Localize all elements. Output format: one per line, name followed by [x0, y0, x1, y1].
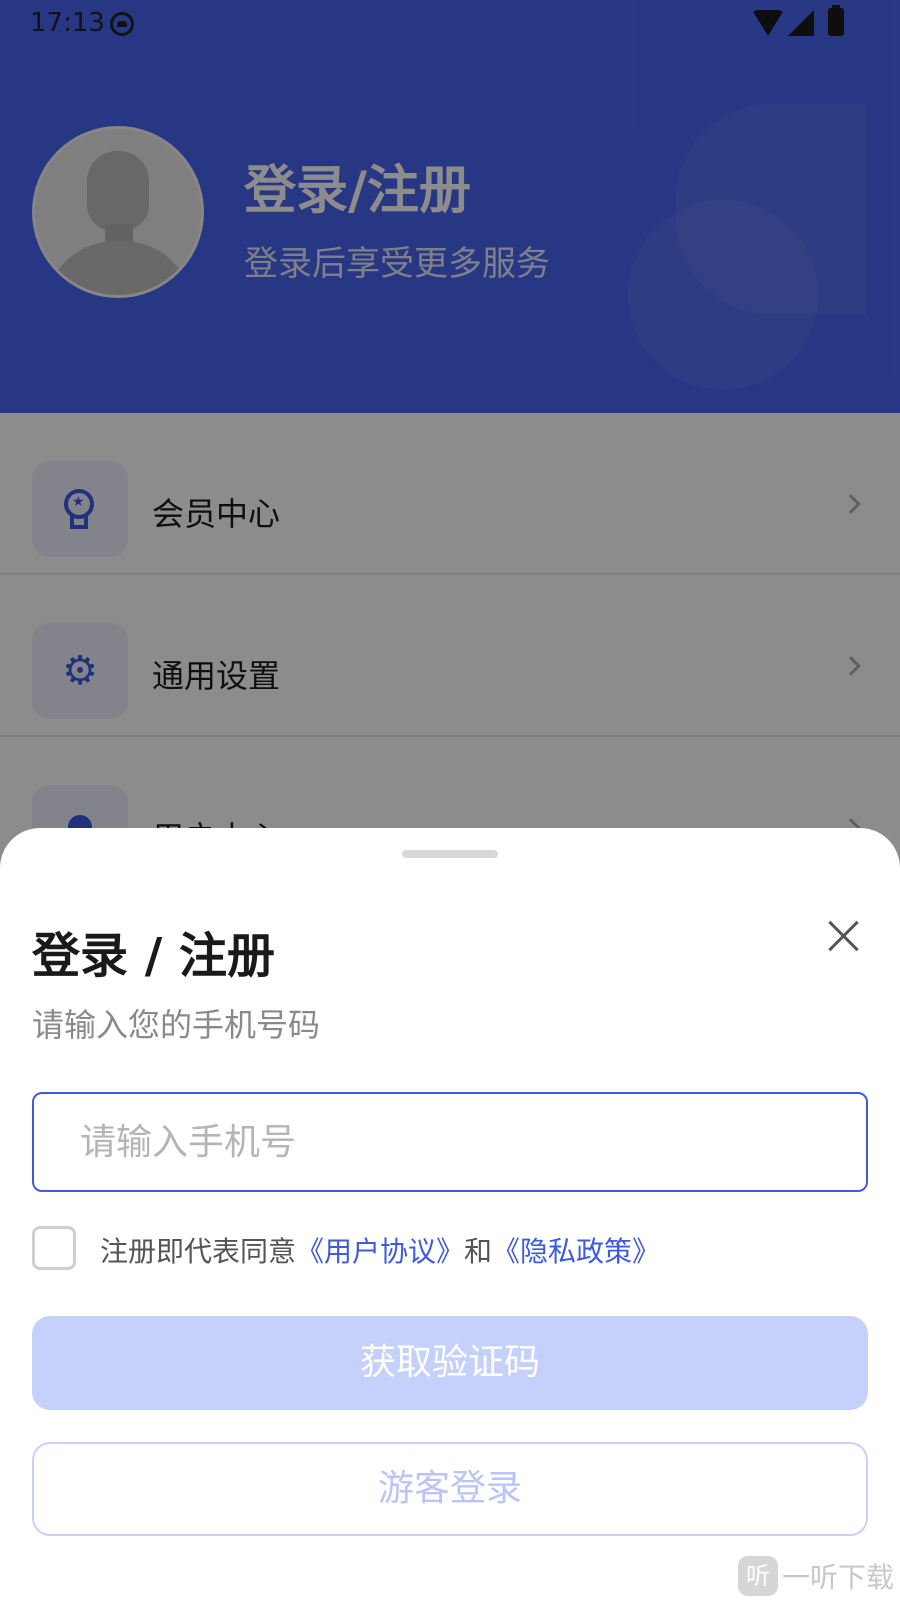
user-agreement-link[interactable]: 《用户协议》 — [296, 1235, 464, 1268]
close-icon[interactable] — [824, 916, 864, 956]
get-verification-code-button[interactable]: 获取验证码 — [32, 1316, 868, 1410]
sheet-subtitle: 请输入您的手机号码 — [32, 1006, 321, 1044]
agreement-text: 注册即代表同意《用户协议》和《隐私政策》 — [100, 1230, 660, 1270]
login-bottom-sheet: 登录 / 注册 请输入您的手机号码 注册即代表同意《用户协议》和《隐私政策》 获… — [0, 828, 900, 1600]
phone-input[interactable] — [32, 1092, 868, 1192]
sheet-title: 登录 / 注册 — [32, 928, 275, 984]
agreement-checkbox[interactable] — [32, 1226, 76, 1270]
watermark: 听一听下载 — [738, 1556, 894, 1596]
watermark-logo: 听 — [738, 1556, 778, 1596]
sheet-drag-handle[interactable] — [402, 850, 498, 858]
agreement-prefix: 注册即代表同意 — [100, 1235, 297, 1268]
privacy-policy-link[interactable]: 《隐私政策》 — [492, 1235, 660, 1268]
guest-login-button[interactable]: 游客登录 — [32, 1442, 868, 1536]
agreement-row: 注册即代表同意《用户协议》和《隐私政策》 — [32, 1226, 868, 1270]
watermark-text: 一听下载 — [782, 1561, 895, 1594]
agreement-and: 和 — [464, 1235, 493, 1268]
